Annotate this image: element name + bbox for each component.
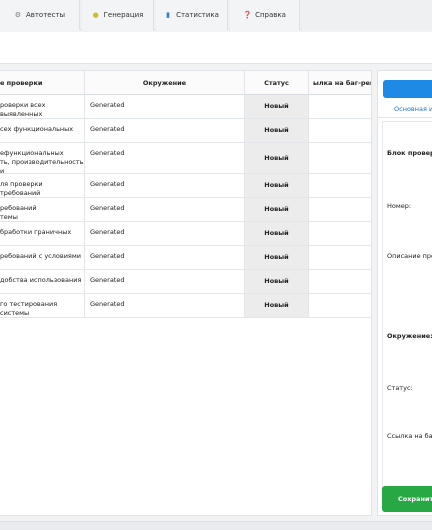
table-row[interactable]: ля проверки требований Generated Новый	[0, 174, 371, 198]
cell-environment: Generated	[84, 246, 244, 269]
cell-name: ля проверки требований	[0, 180, 43, 197]
tab-autotests[interactable]: ⚙ Автотесты	[0, 0, 80, 30]
cell-name: ребований с условиями	[0, 252, 81, 260]
tab-bar-filler	[302, 0, 432, 30]
table-row[interactable]: ефункциональных ть, производительность и…	[0, 143, 371, 174]
test-cases-table: е проверки Окружение Статус ылка на баг-…	[0, 70, 372, 516]
cell-name: роверки всех выявленных	[0, 101, 46, 118]
cell-status: Новый	[244, 222, 308, 245]
cell-name: ефункциональных ть, производительность и	[0, 149, 84, 173]
tab-main-info[interactable]: Основная ин	[394, 105, 432, 113]
cell-name: добства использования	[0, 276, 82, 284]
column-header-bug-link[interactable]: ылка на баг-репор	[308, 71, 371, 95]
environment-label: Окружение:	[387, 332, 432, 340]
column-header-environment[interactable]: Окружение	[84, 71, 244, 95]
cell-environment: Generated	[84, 174, 244, 197]
cell-bug-link	[308, 198, 371, 221]
gear-icon: ⚙	[14, 11, 22, 19]
tab-help[interactable]: ❓ Справка	[230, 0, 300, 30]
cell-environment: Generated	[84, 294, 244, 317]
column-header-status[interactable]: Статус	[244, 71, 308, 95]
table-row[interactable]: сех функциональных Generated Новый	[0, 119, 371, 143]
description-label: Описание пров	[387, 252, 432, 260]
cell-status: Новый	[244, 198, 308, 221]
cell-environment: Generated	[84, 143, 244, 173]
table-row[interactable]: добства использования Generated Новый	[0, 270, 371, 294]
cell-bug-link	[308, 246, 371, 269]
cell-status: Новый	[244, 143, 308, 173]
tab-label: Статистика	[176, 11, 219, 19]
cell-status: Новый	[244, 246, 308, 269]
cell-bug-link	[308, 119, 371, 142]
cell-bug-link	[308, 270, 371, 293]
cell-bug-link	[308, 95, 371, 118]
block-label: Блок проверок	[387, 149, 432, 157]
cell-status: Новый	[244, 95, 308, 118]
column-header-name[interactable]: е проверки	[0, 71, 84, 95]
cell-name: ребований темы	[0, 204, 37, 221]
cell-status: Новый	[244, 119, 308, 142]
divider	[378, 117, 432, 118]
table-row[interactable]: го тестирования системы Generated Новый	[0, 294, 371, 318]
table-row[interactable]: роверки всех выявленных Generated Новый	[0, 95, 371, 119]
tab-generation[interactable]: ● Генерация	[82, 0, 154, 30]
cell-status: Новый	[244, 270, 308, 293]
cell-bug-link	[308, 174, 371, 197]
tab-label: Справка	[255, 11, 286, 19]
cell-environment: Generated	[84, 222, 244, 245]
details-form	[382, 121, 432, 499]
bar-chart-icon: ▮	[166, 11, 170, 19]
cell-name: го тестирования системы	[0, 300, 58, 317]
cell-status: Новый	[244, 294, 308, 317]
cell-environment: Generated	[84, 270, 244, 293]
cell-bug-link	[308, 222, 371, 245]
table-row[interactable]: ребований темы Generated Новый	[0, 198, 371, 222]
table-header: е проверки Окружение Статус ылка на баг-…	[0, 71, 371, 95]
cell-bug-link	[308, 143, 371, 173]
table-row[interactable]: бработки граничных Generated Новый	[0, 222, 371, 246]
save-button[interactable]: Сохранить	[382, 486, 432, 512]
footer-strip	[0, 521, 432, 530]
cell-name: бработки граничных	[0, 228, 72, 236]
tab-statistics[interactable]: ▮ Статистика	[156, 0, 228, 30]
details-panel: Основная ин Блок проверок Номер: Описани…	[377, 70, 432, 516]
table-row[interactable]: ребований с условиями Generated Новый	[0, 246, 371, 270]
toolbar-strip	[0, 32, 432, 64]
question-icon: ❓	[243, 11, 252, 19]
cell-environment: Generated	[84, 95, 244, 118]
bug-link-label: Ссылка на баг-р	[387, 432, 432, 440]
lightbulb-icon: ●	[92, 11, 99, 19]
cell-name: сех функциональных	[0, 125, 74, 133]
status-label: Статус:	[387, 384, 413, 392]
tab-label: Автотесты	[25, 11, 66, 19]
cell-environment: Generated	[84, 119, 244, 142]
cell-environment: Generated	[84, 198, 244, 221]
cell-bug-link	[308, 294, 371, 317]
tab-label: Генерация	[103, 11, 144, 19]
cell-status: Новый	[244, 174, 308, 197]
number-label: Номер:	[387, 202, 412, 210]
top-tab-bar: ⚙ Автотесты ● Генерация ▮ Статистика ❓ С…	[0, 0, 432, 30]
panel-action-button[interactable]	[383, 80, 432, 98]
